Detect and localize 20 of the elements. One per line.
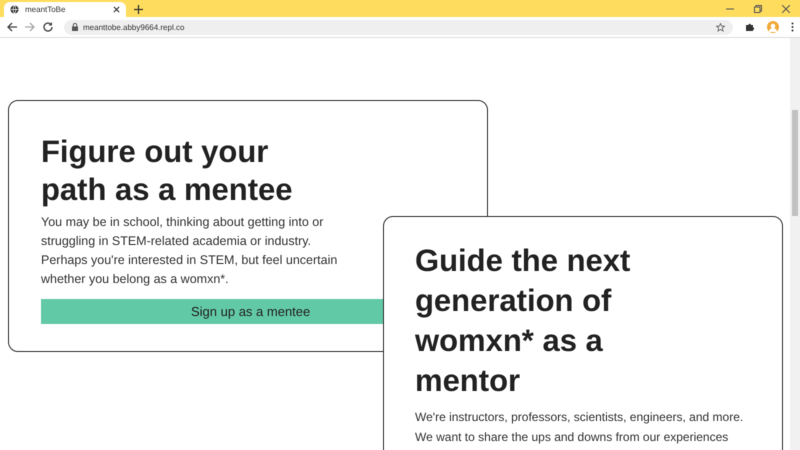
globe-icon bbox=[10, 5, 19, 14]
reload-icon[interactable] bbox=[42, 21, 54, 33]
tab-title: meantToBe bbox=[25, 5, 66, 14]
close-icon[interactable] bbox=[782, 4, 790, 12]
lock-icon bbox=[72, 23, 78, 31]
mentee-signup-button[interactable]: Sign up as a mentee bbox=[41, 299, 383, 324]
card-description: We're instructors, professors, scientists, engineers, and more. We want to share the ups and downs from our experiences bbox=[415, 409, 744, 446]
address-bar[interactable]: meanttobe.abby9664.repl.co bbox=[64, 20, 733, 34]
restore-icon[interactable] bbox=[754, 4, 762, 12]
url-text: meanttobe.abby9664.repl.co bbox=[83, 22, 186, 32]
puzzle-icon[interactable] bbox=[745, 22, 755, 32]
card-description: You may be in school, thinking about getting into or struggling in STEM-related academia or industry. Perhaps you're interested in STEM, but feel uncertain whether you belong as a womxn*. bbox=[41, 214, 338, 288]
new-tab-icon[interactable] bbox=[134, 5, 143, 14]
browser-tab[interactable]: meantToBe bbox=[4, 2, 126, 17]
back-icon[interactable] bbox=[6, 21, 18, 33]
card-heading: Guide the next generation of womxn* as a mentor bbox=[415, 242, 632, 400]
star-icon[interactable] bbox=[716, 22, 725, 32]
menu-icon[interactable] bbox=[791, 22, 794, 32]
close-icon[interactable] bbox=[113, 6, 120, 13]
card-heading: Figure out your path as a mentee bbox=[41, 133, 294, 209]
